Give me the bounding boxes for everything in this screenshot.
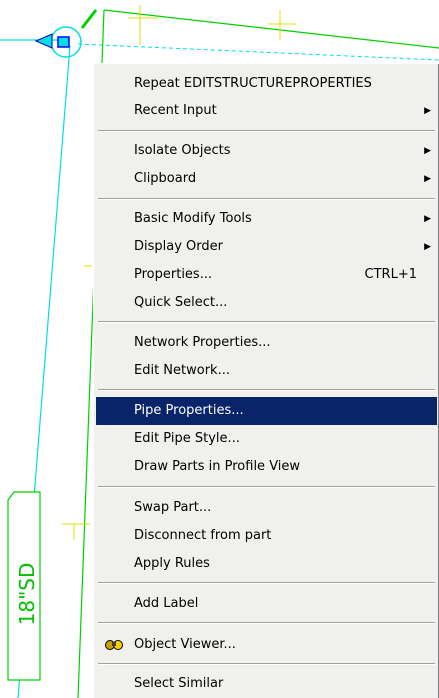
menu-item-select-similar[interactable]: Select Similar	[96, 670, 437, 698]
menu-separator	[98, 130, 435, 132]
menu-item-add-label[interactable]: Add Label	[96, 590, 437, 618]
menu-separator	[98, 622, 435, 624]
menu-item-pipe-properties[interactable]: Pipe Properties...	[96, 397, 437, 425]
menu-item-edit-pipe-style[interactable]: Edit Pipe Style...	[96, 425, 437, 453]
menu-item-disconnect-from-part[interactable]: Disconnect from part	[96, 522, 437, 550]
shortcut-text: CTRL+1	[364, 267, 417, 282]
menu-item-clipboard[interactable]: Clipboard ▶	[96, 165, 437, 193]
menu-item-recent-input[interactable]: Recent Input ▶	[96, 97, 437, 125]
menu-item-draw-parts-in-profile[interactable]: Draw Parts in Profile View	[96, 453, 437, 481]
menu-item-swap-part[interactable]: Swap Part...	[96, 494, 437, 522]
context-menu: Repeat EDITSTRUCTUREPROPERTIES Recent In…	[93, 63, 439, 698]
menu-separator	[98, 389, 435, 391]
menu-item-apply-rules[interactable]: Apply Rules	[96, 550, 437, 578]
menu-separator	[98, 663, 435, 665]
parcel-line-top	[103, 9, 439, 49]
menu-item-network-properties[interactable]: Network Properties...	[96, 329, 437, 357]
submenu-arrow-icon: ▶	[424, 242, 431, 252]
menu-item-isolate-objects[interactable]: Isolate Objects ▶	[96, 137, 437, 165]
submenu-arrow-icon: ▶	[424, 106, 431, 116]
menu-item-repeat[interactable]: Repeat EDITSTRUCTUREPROPERTIES	[96, 70, 437, 98]
submenu-arrow-icon: ▶	[424, 174, 431, 184]
menu-separator	[98, 486, 435, 488]
menu-item-display-order[interactable]: Display Order ▶	[96, 233, 437, 261]
menu-item-edit-network[interactable]: Edit Network...	[96, 357, 437, 385]
structure-arrow-icon	[34, 33, 53, 49]
menu-separator	[98, 582, 435, 584]
pipe-line-dashed	[77, 43, 439, 61]
menu-separator	[98, 321, 435, 323]
structure-grip-icon[interactable]	[57, 36, 70, 48]
menu-item-object-viewer[interactable]: Object Viewer...	[96, 631, 437, 659]
menu-item-quick-select[interactable]: Quick Select...	[96, 289, 437, 317]
pipe-label-text: 18"SD	[15, 563, 39, 626]
menu-item-properties[interactable]: Properties... CTRL+1	[96, 261, 437, 289]
submenu-arrow-icon: ▶	[424, 146, 431, 156]
object-viewer-icon	[105, 640, 123, 650]
menu-separator	[98, 198, 435, 200]
parcel-line-tick	[80, 9, 98, 29]
submenu-arrow-icon: ▶	[424, 214, 431, 224]
menu-item-basic-modify-tools[interactable]: Basic Modify Tools ▶	[96, 205, 437, 233]
